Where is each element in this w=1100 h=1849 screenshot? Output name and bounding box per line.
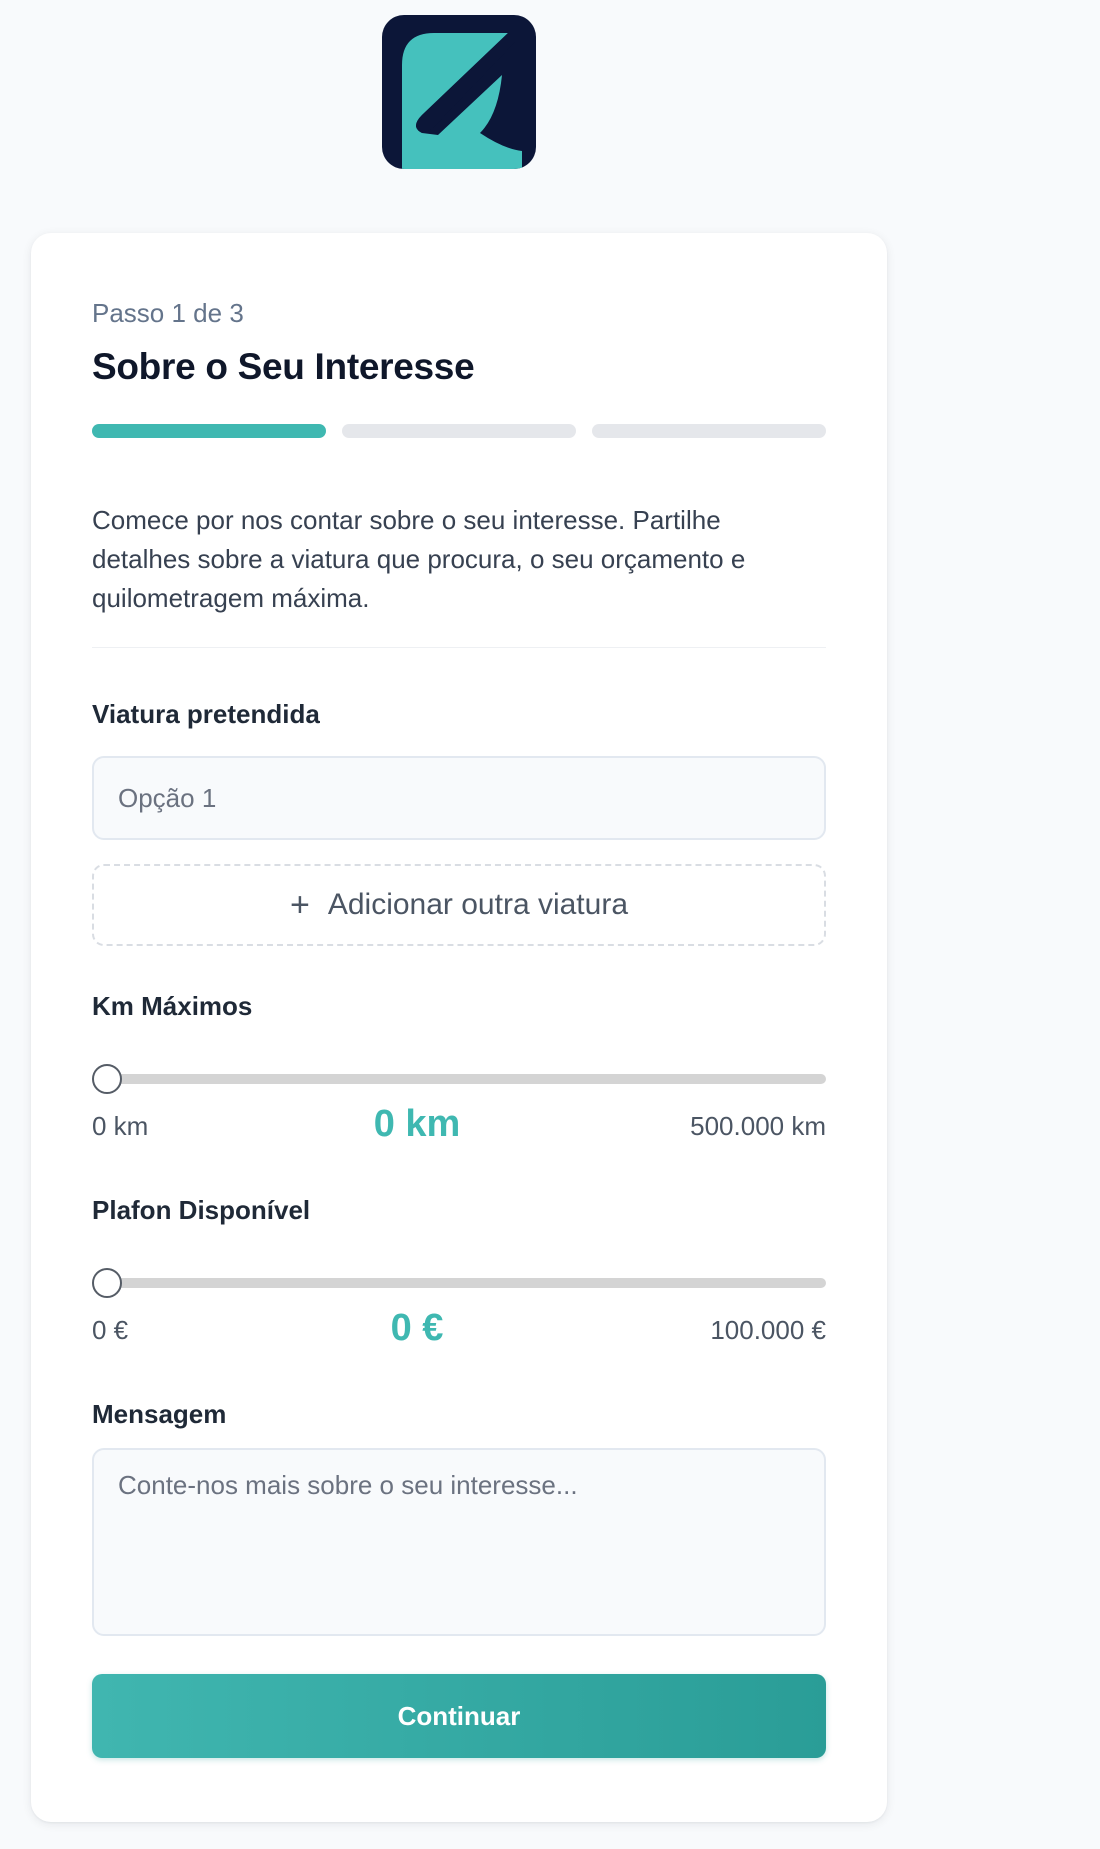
budget-slider-track[interactable] <box>92 1278 826 1288</box>
budget-range-row: 0 € 0 € 100.000 € <box>92 1307 826 1351</box>
budget-current-value: 0 € <box>390 1307 444 1349</box>
message-label: Mensagem <box>92 1399 227 1429</box>
progress-step-3 <box>592 424 826 438</box>
budget-slider-thumb[interactable] <box>92 1268 122 1298</box>
budget-slider[interactable] <box>92 1266 826 1300</box>
add-vehicle-button[interactable]: + Adicionar outra viatura <box>92 864 826 946</box>
intro-text: Comece por nos contar sobre o seu intere… <box>92 505 746 613</box>
form-card: Passo 1 de 3 Sobre o Seu Interesse Comec… <box>31 233 887 1822</box>
message-textarea[interactable] <box>92 1448 826 1636</box>
add-vehicle-label: Adicionar outra viatura <box>327 888 629 921</box>
km-max-label: 500.000 km <box>690 1111 826 1141</box>
brand-logo-icon <box>382 15 536 169</box>
km-range-row: 0 km 0 km 500.000 km <box>92 1103 826 1147</box>
step-indicator: Passo 1 de 3 <box>92 298 244 328</box>
page: Passo 1 de 3 Sobre o Seu Interesse Comec… <box>0 0 1100 1849</box>
progress-step-2 <box>342 424 576 438</box>
budget-label: Plafon Disponível <box>92 1195 311 1225</box>
progress-step-1 <box>92 424 326 438</box>
km-label: Km Máximos <box>92 991 253 1021</box>
vehicle-input[interactable] <box>92 756 826 840</box>
step-progress-bar <box>92 424 826 438</box>
vehicle-label: Viatura pretendida <box>92 699 320 729</box>
plus-icon: + <box>289 886 310 924</box>
budget-max-label: 100.000 € <box>710 1315 826 1345</box>
page-title: Sobre o Seu Interesse <box>92 346 475 387</box>
continue-button[interactable]: Continuar <box>92 1674 826 1758</box>
km-slider-track[interactable] <box>92 1074 826 1084</box>
km-slider[interactable] <box>92 1062 826 1096</box>
km-min-label: 0 km <box>92 1111 149 1141</box>
km-slider-thumb[interactable] <box>92 1064 122 1094</box>
km-current-value: 0 km <box>373 1103 461 1145</box>
budget-min-label: 0 € <box>92 1315 129 1345</box>
divider <box>92 647 826 648</box>
